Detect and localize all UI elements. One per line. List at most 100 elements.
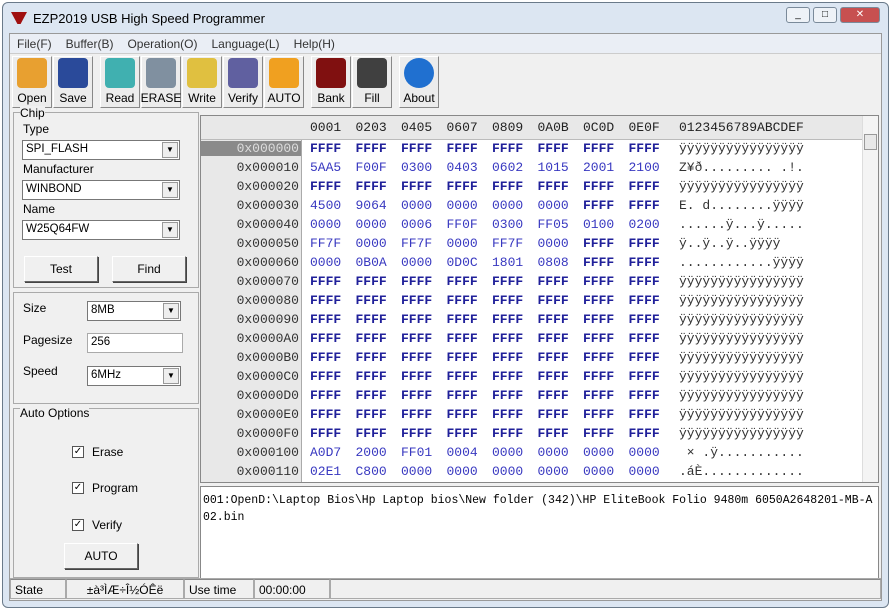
menu-operation[interactable]: Operation(O) (120, 37, 204, 51)
hex-word[interactable]: FF7F (492, 236, 523, 251)
hex-word[interactable]: FFFF (538, 274, 569, 289)
hex-word[interactable]: FFFF (492, 274, 523, 289)
hex-word[interactable]: FFFF (356, 293, 387, 308)
close-button[interactable]: ✕ (840, 7, 880, 23)
hex-word[interactable]: 0000 (447, 236, 478, 251)
hex-word[interactable]: FFFF (447, 293, 478, 308)
hex-word[interactable]: FFFF (310, 274, 341, 289)
hex-word[interactable]: FFFF (629, 312, 660, 327)
open-button[interactable]: Open (12, 56, 52, 108)
hex-word[interactable]: 0006 (401, 217, 432, 232)
hex-word[interactable]: FFFF (583, 350, 614, 365)
scrollbar-thumb[interactable] (864, 134, 877, 150)
hex-word[interactable]: FFFF (629, 179, 660, 194)
hex-word[interactable]: 0000 (401, 198, 432, 213)
hex-row[interactable]: 0x0000E0 FFFF FFFF FFFF FFFF FFFF FFFF FFFF FFFF… (201, 407, 861, 426)
read-button[interactable]: Read (100, 56, 140, 108)
hex-word[interactable]: 5AA5 (310, 160, 341, 175)
hex-row[interactable]: 0x000080 FFFF FFFF FFFF FFFF FFFF FFFF FFFF FFFF… (201, 293, 861, 312)
hex-word[interactable]: FFFF (447, 274, 478, 289)
hex-word[interactable]: FFFF (310, 407, 341, 422)
hex-word[interactable]: FF7F (310, 236, 341, 251)
hex-word[interactable]: FFFF (492, 179, 523, 194)
hex-word[interactable]: 0000 (538, 236, 569, 251)
hex-word[interactable]: FFFF (583, 141, 614, 156)
hex-word[interactable]: FFFF (447, 426, 478, 441)
hex-word[interactable]: FFFF (583, 331, 614, 346)
menu-buffer[interactable]: Buffer(B) (59, 37, 121, 51)
hex-word[interactable]: FFFF (310, 350, 341, 365)
hex-word[interactable]: 0808 (538, 255, 569, 270)
erase-button[interactable]: ERASE (141, 56, 181, 108)
hex-word[interactable]: 0000 (629, 445, 660, 460)
hex-word[interactable]: FFFF (310, 141, 341, 156)
hex-word[interactable]: 0000 (447, 464, 478, 479)
menu-language[interactable]: Language(L) (205, 37, 287, 51)
hex-row[interactable]: 0x000050 FF7F 0000 FF7F 0000 FF7F 0000 FFFF FFFF… (201, 236, 861, 255)
vertical-scrollbar[interactable] (862, 116, 878, 482)
hex-row[interactable]: 0x0000C0 FFFF FFFF FFFF FFFF FFFF FFFF FFFF FFFF… (201, 369, 861, 388)
hex-word[interactable]: FFFF (492, 426, 523, 441)
pagesize-input[interactable]: 256 (87, 333, 183, 353)
hex-word[interactable]: FFFF (447, 312, 478, 327)
size-select[interactable]: 8MB ▼ (87, 301, 181, 321)
hex-row[interactable]: 0x000110 02E1 C800 0000 0000 0000 0000 0000 0000… (201, 464, 861, 483)
hex-word[interactable]: FFFF (538, 369, 569, 384)
hex-word[interactable]: FF0F (447, 217, 478, 232)
name-select[interactable]: W25Q64FW ▼ (22, 220, 180, 240)
hex-row[interactable]: 0x000070 FFFF FFFF FFFF FFFF FFFF FFFF FFFF FFFF… (201, 274, 861, 293)
hex-word[interactable]: 0000 (492, 198, 523, 213)
hex-word[interactable]: FFFF (492, 331, 523, 346)
hex-word[interactable]: FFFF (310, 179, 341, 194)
chevron-down-icon[interactable]: ▼ (163, 368, 179, 384)
hex-word[interactable]: 2000 (356, 445, 387, 460)
test-button[interactable]: Test (24, 256, 98, 282)
hex-word[interactable]: 2100 (629, 160, 660, 175)
hex-word[interactable]: FFFF (583, 293, 614, 308)
hex-word[interactable]: 2001 (583, 160, 614, 175)
hex-word[interactable]: FFFF (629, 236, 660, 251)
program-checkbox[interactable]: ✓ Program (72, 481, 138, 495)
hex-word[interactable]: FFFF (401, 274, 432, 289)
hex-word[interactable]: FFFF (583, 369, 614, 384)
hex-word[interactable]: FFFF (583, 407, 614, 422)
hex-word[interactable]: FFFF (492, 407, 523, 422)
auto-button[interactable]: AUTO (264, 56, 304, 108)
hex-word[interactable]: FFFF (310, 331, 341, 346)
fill-button[interactable]: Fill (352, 56, 392, 108)
hex-word[interactable]: FFFF (356, 369, 387, 384)
hex-word[interactable]: 0000 (401, 464, 432, 479)
hex-word[interactable]: FFFF (538, 179, 569, 194)
hex-word[interactable]: 0200 (629, 217, 660, 232)
hex-word[interactable]: 0000 (538, 464, 569, 479)
hex-word[interactable]: FF7F (401, 236, 432, 251)
hex-word[interactable]: C800 (356, 464, 387, 479)
hex-word[interactable]: FFFF (356, 331, 387, 346)
hex-word[interactable]: FFFF (356, 388, 387, 403)
hex-word[interactable]: FFFF (583, 274, 614, 289)
chevron-down-icon[interactable]: ▼ (163, 303, 179, 319)
hex-row[interactable]: 0x000040 0000 0000 0006 FF0F 0300 FF05 0100 0200… (201, 217, 861, 236)
hex-word[interactable]: FFFF (538, 141, 569, 156)
hex-word[interactable]: FFFF (356, 312, 387, 327)
hex-word[interactable]: FFFF (629, 388, 660, 403)
hex-word[interactable]: FFFF (447, 388, 478, 403)
hex-word[interactable]: FFFF (629, 141, 660, 156)
hex-word[interactable]: FF01 (401, 445, 432, 460)
chevron-down-icon[interactable]: ▼ (162, 142, 178, 158)
hex-word[interactable]: FFFF (629, 426, 660, 441)
manufacturer-select[interactable]: WINBOND ▼ (22, 180, 180, 200)
hex-word[interactable]: FFFF (447, 141, 478, 156)
hex-row[interactable]: 0x0000F0 FFFF FFFF FFFF FFFF FFFF FFFF FFFF FFFF… (201, 426, 861, 445)
hex-word[interactable]: FFFF (583, 198, 614, 213)
hex-word[interactable]: FFFF (401, 331, 432, 346)
hex-word[interactable]: FFFF (492, 293, 523, 308)
erase-checkbox[interactable]: ✓ Erase (72, 445, 123, 459)
hex-row[interactable]: 0x000030 4500 9064 0000 0000 0000 0000 FFFF FFFF… (201, 198, 861, 217)
hex-word[interactable]: 0403 (447, 160, 478, 175)
hex-word[interactable]: 0100 (583, 217, 614, 232)
hex-word[interactable]: 0000 (401, 255, 432, 270)
verify-checkbox[interactable]: ✓ Verify (72, 518, 122, 532)
hex-word[interactable]: FFFF (356, 274, 387, 289)
hex-word[interactable]: FFFF (492, 369, 523, 384)
